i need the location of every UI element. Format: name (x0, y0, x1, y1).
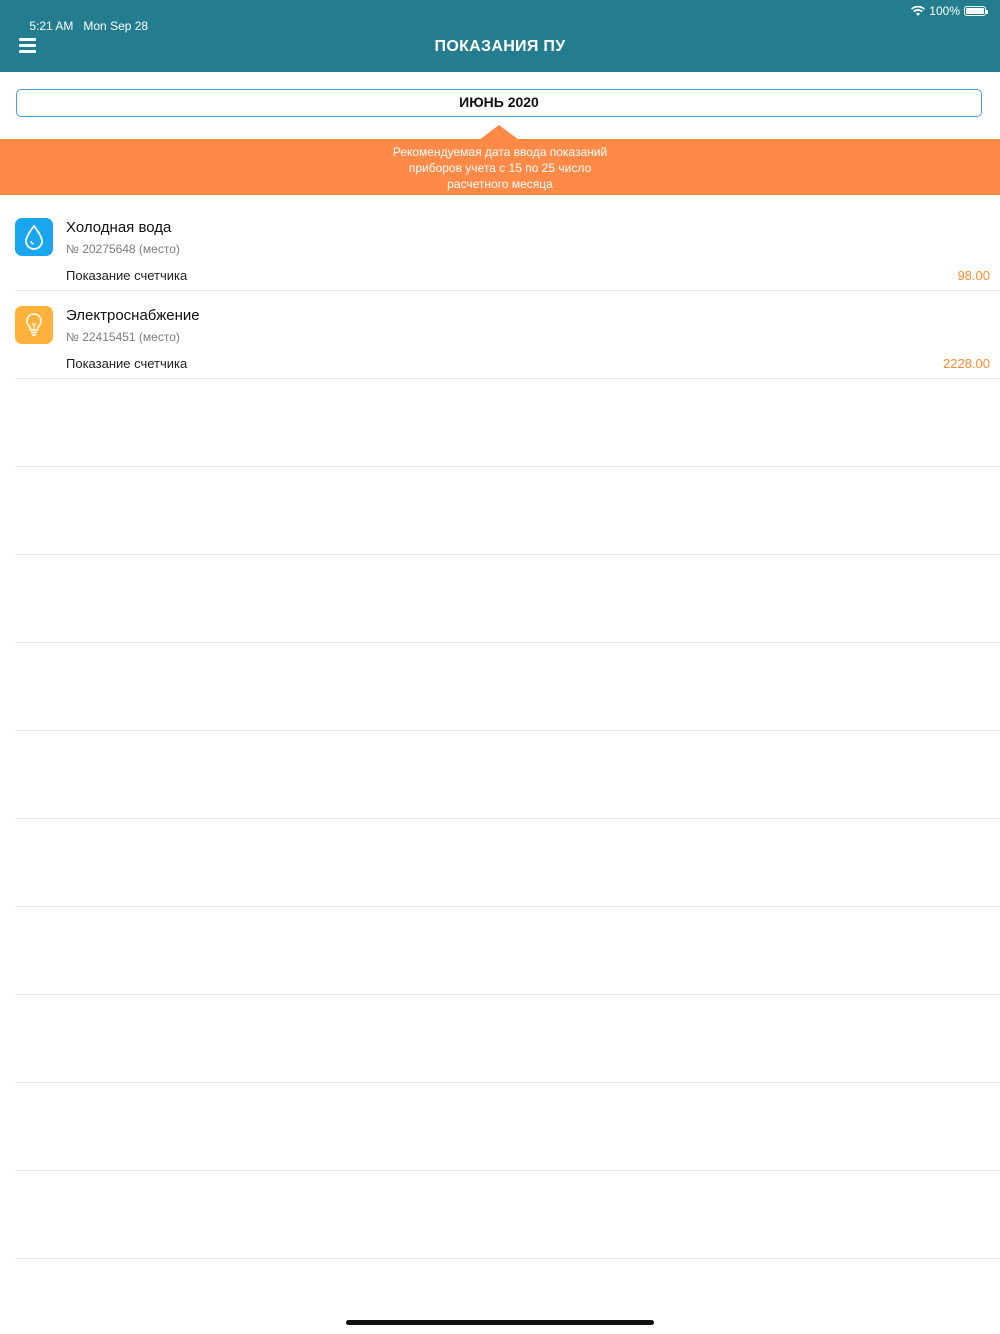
meter-name: Холодная вода (66, 219, 172, 236)
row-divider (15, 994, 1000, 995)
light-bulb-icon (15, 306, 53, 344)
meter-row-electricity[interactable]: Электроснабжение № 22415451 (место) Пока… (0, 291, 1000, 379)
home-indicator[interactable] (346, 1320, 654, 1325)
row-divider (15, 818, 1000, 819)
water-drop-icon (15, 218, 53, 256)
meter-reading-value[interactable]: 2228.00 (943, 356, 990, 371)
month-selector[interactable]: ИЮНЬ 2020 (16, 89, 982, 117)
app-header: 5:21 AM Mon Sep 28 100% ПОКАЗАНИЯ ПУ (0, 0, 1000, 72)
row-divider (15, 466, 1000, 467)
page-title: ПОКАЗАНИЯ ПУ (434, 38, 566, 55)
meter-reading-label: Показание счетчика (66, 268, 188, 283)
meter-name: Электроснабжение (66, 307, 200, 324)
status-bar-right: 100% (911, 4, 988, 18)
row-divider (15, 642, 1000, 643)
banner-line: расчетного месяца (447, 177, 553, 191)
wifi-icon (911, 5, 926, 16)
battery-percent: 100% (929, 4, 960, 18)
row-divider (15, 1258, 1000, 1259)
banner-line: приборов учета с 15 по 25 число (408, 161, 592, 175)
row-divider (15, 1082, 1000, 1083)
meter-row-cold-water[interactable]: Холодная вода № 20275648 (место) Показан… (0, 203, 1000, 291)
row-divider (15, 906, 1000, 907)
meter-reading-value[interactable]: 98.00 (957, 268, 990, 283)
status-time: 5:21 AM (29, 19, 74, 33)
status-date: Mon Sep 28 (83, 19, 149, 33)
row-divider (15, 730, 1000, 731)
meter-number: № 22415451 (место) (66, 330, 180, 344)
battery-icon (964, 6, 988, 16)
meter-reading-label: Показание счетчика (66, 356, 188, 371)
row-divider (15, 554, 1000, 555)
banner-line: Рекомендуемая дата ввода показаний (392, 145, 608, 159)
meter-number: № 20275648 (место) (66, 242, 180, 256)
info-banner: Рекомендуемая дата ввода показаний прибо… (0, 139, 1000, 195)
banner-pointer (479, 125, 519, 140)
row-divider (15, 1170, 1000, 1171)
